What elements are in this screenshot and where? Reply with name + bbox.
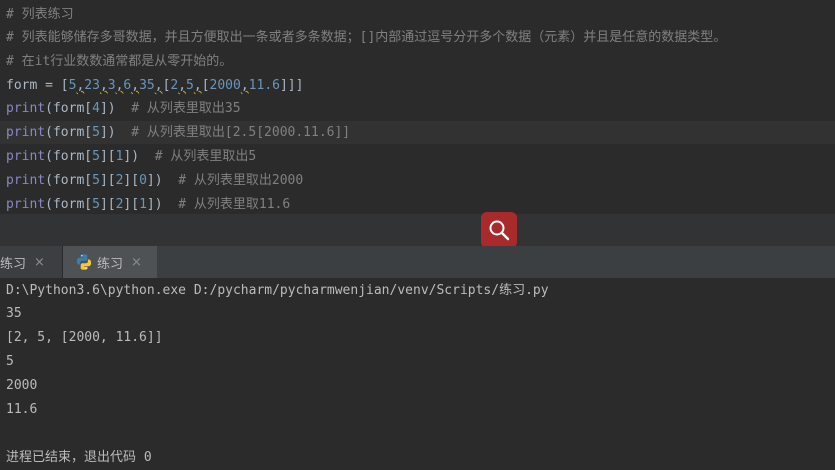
code-token: print	[6, 125, 46, 140]
code-token: 35	[139, 78, 155, 93]
code-token: ][	[99, 173, 116, 188]
code-token: ][	[99, 149, 116, 164]
console-line: 35	[6, 306, 22, 321]
code-token: ,	[154, 78, 163, 93]
code-line[interactable]: # 列表能够储存多哥数据，并且方便取出一条或者多条数据；[]内部通过逗号分开多个…	[6, 26, 726, 49]
code-line[interactable]: print(form[5][2][0]) # 从列表里取出2000	[6, 169, 303, 192]
code-token: ])	[123, 149, 155, 164]
console-line: [2, 5, [2000, 11.6]]	[6, 330, 163, 345]
run-tab-2[interactable]: 练习 ×	[62, 246, 157, 278]
code-token: (form[	[45, 125, 93, 140]
code-token: ])	[146, 173, 179, 188]
code-token: (form[	[45, 101, 93, 116]
code-token: # 列表练习	[6, 7, 74, 22]
code-line[interactable]: print(form[5]) # 从列表里取出[2.5[2000.11.6]]	[0, 121, 835, 144]
code-token: # 从列表里取出[2.5[2000.11.6]]	[131, 125, 351, 140]
console-line: 5	[6, 354, 14, 369]
code-token: 23	[84, 78, 100, 93]
code-token: ,	[178, 78, 187, 93]
code-line[interactable]: print(form[5][2][1]) # 从列表里取11.6	[6, 193, 290, 216]
code-token: ])	[99, 125, 132, 140]
run-tab-label: 练习	[97, 256, 124, 272]
run-tab-bar: 练习 × 练习 ×	[0, 246, 835, 279]
code-token: [	[201, 78, 210, 93]
code-token: # 从列表里取出5	[154, 149, 257, 164]
console-line: 11.6	[6, 402, 38, 417]
code-token: print	[6, 173, 46, 188]
code-token: 1	[139, 197, 147, 212]
console-line: 2000	[6, 378, 38, 393]
close-icon[interactable]: ×	[34, 255, 45, 270]
code-token: ][	[99, 197, 116, 212]
code-token: # 从列表里取出35	[131, 101, 241, 116]
code-token: # 在it行业数数通常都是从零开始的。	[6, 54, 233, 69]
console-line: D:\Python3.6\python.exe D:/pycharm/pycha…	[6, 283, 549, 298]
code-line[interactable]: # 列表练习	[6, 3, 74, 26]
code-token: (form[	[45, 149, 93, 164]
code-token: 4	[92, 101, 100, 116]
code-token: ,	[193, 78, 202, 93]
code-token: 5	[92, 149, 100, 164]
close-icon[interactable]: ×	[131, 255, 142, 270]
code-token: ][	[123, 197, 140, 212]
search-icon	[489, 220, 510, 241]
code-token: 0	[139, 173, 147, 188]
code-line[interactable]: print(form[4]) # 从列表里取出35	[6, 97, 241, 120]
code-token: 5	[92, 173, 100, 188]
search-button[interactable]	[481, 212, 517, 248]
code-token: # 列表能够储存多哥数据，并且方便取出一条或者多条数据；[]内部通过逗号分开多个…	[6, 30, 727, 45]
code-line[interactable]: form = [5,23,3,6,35,[2,5,[2000,11.6]]]	[6, 74, 303, 97]
code-token: (form[	[45, 197, 93, 212]
code-line[interactable]: # 在it行业数数通常都是从零开始的。	[6, 50, 232, 73]
python-icon	[76, 254, 92, 270]
code-token: 5	[92, 125, 100, 140]
code-token: 5	[92, 197, 100, 212]
code-token: ,	[99, 78, 108, 93]
code-token: print	[6, 197, 46, 212]
run-tab-1[interactable]: 练习 ×	[0, 246, 54, 278]
code-token: 3	[107, 78, 116, 93]
code-token: ])	[99, 101, 132, 116]
code-token: ])	[146, 197, 179, 212]
code-editor[interactable]: # 列表练习 # 列表能够储存多哥数据，并且方便取出一条或者多条数据；[]内部通过…	[0, 0, 835, 214]
code-token: ,	[131, 78, 140, 93]
panel-splitter[interactable]	[0, 214, 835, 246]
code-token: 2000	[209, 78, 241, 93]
code-token: ]]]	[279, 78, 304, 93]
run-console[interactable]: D:\Python3.6\python.exe D:/pycharm/pycha…	[0, 279, 835, 469]
code-token: ,	[240, 78, 249, 93]
code-token: print	[6, 149, 46, 164]
run-tab-label: 练习	[0, 256, 27, 272]
code-token: 5	[186, 78, 194, 93]
code-token: form = [	[6, 78, 69, 93]
code-token: print	[6, 101, 46, 116]
code-token: (form[	[45, 173, 93, 188]
code-token: # 从列表里取11.6	[178, 197, 291, 212]
code-line[interactable]: print(form[5][1]) # 从列表里取出5	[6, 145, 256, 168]
code-token: 11.6	[248, 78, 280, 93]
console-line: 进程已结束，退出代码 0	[6, 450, 152, 465]
code-token: ][	[123, 173, 140, 188]
code-token: # 从列表里取出2000	[178, 173, 304, 188]
